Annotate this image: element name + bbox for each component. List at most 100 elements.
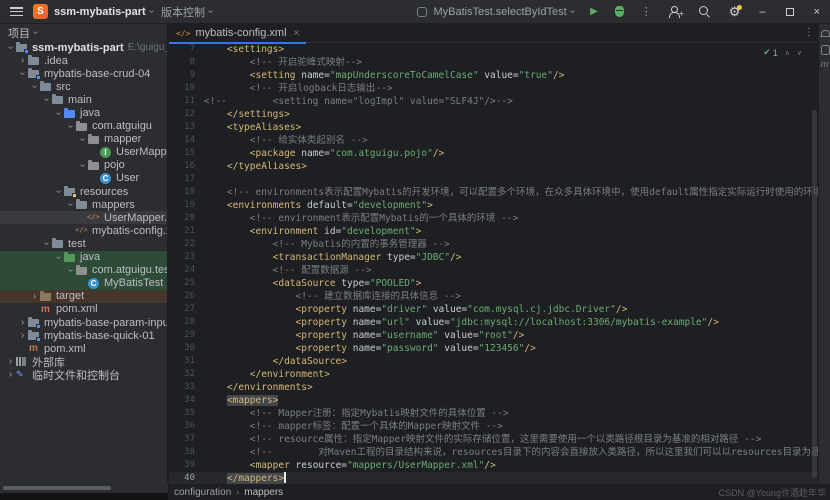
tree-chevron-icon[interactable]: › — [5, 369, 16, 380]
database-icon[interactable] — [820, 45, 829, 54]
code-line-32[interactable]: 32 </environment> — [169, 368, 830, 381]
breadcrumb-configuration[interactable]: configuration — [174, 487, 231, 498]
tree-item-test[interactable]: ›test — [0, 237, 167, 250]
vcs-widget[interactable]: 版本控制 — [161, 4, 205, 20]
tree-chevron-icon[interactable]: › — [5, 42, 16, 53]
tree-item-.idea[interactable]: ›.idea — [0, 54, 167, 67]
code-line-39[interactable]: 39 <mapper resource="mappers/UserMapper.… — [169, 459, 830, 472]
horizontal-scrollbar[interactable] — [3, 486, 111, 490]
tree-item-pom.xml[interactable]: mpom.xml — [0, 342, 167, 355]
tree-item-src[interactable]: ›src — [0, 80, 167, 93]
settings-gear-icon[interactable]: ⚙ — [729, 6, 741, 18]
tree-item-user[interactable]: CUser — [0, 172, 167, 185]
code-line-34[interactable]: 34 <mappers> — [169, 394, 830, 407]
tree-chevron-icon[interactable]: › — [77, 134, 88, 145]
minimize-button[interactable]: – — [759, 6, 765, 18]
code-line-10[interactable]: 10 <!-- 开启logback日志输出--> — [169, 82, 830, 95]
tree-chevron-icon[interactable]: › — [17, 68, 28, 79]
code-line-20[interactable]: 20 <!-- environment表示配置Mybatis的一个具体的环境 -… — [169, 212, 830, 225]
main-menu-icon[interactable] — [10, 7, 23, 16]
editor-scrollbar[interactable] — [812, 110, 817, 478]
tree-chevron-icon[interactable]: › — [17, 330, 28, 341]
code-line-33[interactable]: 33 </environments> — [169, 381, 830, 394]
code-line-31[interactable]: 31 </dataSource> — [169, 355, 830, 368]
notifications-icon[interactable] — [820, 30, 829, 39]
tree-chevron-icon[interactable]: › — [53, 186, 64, 197]
code-line-29[interactable]: 29 <property name="username" value="root… — [169, 329, 830, 342]
code-line-22[interactable]: 22 <!-- Mybatis的内置的事务管理器 --> — [169, 238, 830, 251]
code-line-24[interactable]: 24 <!-- 配置数据源 --> — [169, 264, 830, 277]
tree-item-ssm-mybatis-part[interactable]: ›ssm-mybatis-partE:\guigu_code\ssm-m — [0, 41, 167, 54]
code-line-13[interactable]: 13 <typeAliases> — [169, 121, 830, 134]
code-line-17[interactable]: 17 — [169, 173, 830, 186]
tree-chevron-icon[interactable]: › — [65, 265, 76, 276]
project-panel-header[interactable]: 项目 › — [0, 24, 167, 41]
code-line-28[interactable]: 28 <property name="url" value="jdbc:mysq… — [169, 316, 830, 329]
code-editor[interactable]: 7 <settings>8 <!-- 开启驼峰式映射-->9 <setting … — [169, 43, 830, 484]
tree-item-mapper[interactable]: ›mapper — [0, 133, 167, 146]
code-line-21[interactable]: 21 <environment id="development"> — [169, 225, 830, 238]
tree-item-mybatistest[interactable]: CMyBatisTest — [0, 277, 167, 290]
tree-item-com.atguigu[interactable]: ›com.atguigu — [0, 120, 167, 133]
tree-item-usermapper.xml[interactable]: </>UserMapper.xml — [0, 211, 167, 224]
tree-item-外部库[interactable]: ›外部库 — [0, 355, 167, 368]
tree-item-pom.xml[interactable]: mpom.xml — [0, 303, 167, 316]
code-with-me-icon[interactable]: + — [669, 6, 681, 18]
code-line-18[interactable]: 18 <!-- environments表示配置Mybatis的开发环境，可以配… — [169, 186, 830, 199]
tree-chevron-icon[interactable]: › — [17, 317, 28, 328]
run-button[interactable]: ▶ — [590, 6, 598, 17]
tree-chevron-icon[interactable]: › — [65, 121, 76, 132]
tree-chevron-icon[interactable]: › — [53, 108, 64, 119]
code-line-35[interactable]: 35 <!-- Mapper注册：指定Mybatis映射文件的具体位置 --> — [169, 407, 830, 420]
tab-options-icon[interactable]: ⋮ — [804, 27, 814, 38]
project-switcher[interactable]: ssm-mybatis-part — [54, 6, 146, 18]
code-line-25[interactable]: 25 <dataSource type="POOLED"> — [169, 277, 830, 290]
more-actions-icon[interactable]: ⋮ — [641, 5, 652, 18]
tree-item-mybatis-base-param-input-02[interactable]: ›mybatis-base-param-input-02 — [0, 316, 167, 329]
tree-item-main[interactable]: ›main — [0, 93, 167, 106]
tree-chevron-icon[interactable]: › — [53, 252, 64, 263]
tree-chevron-icon[interactable]: › — [29, 81, 40, 92]
code-line-40[interactable]: 40 </mappers> — [169, 472, 830, 484]
code-line-23[interactable]: 23 <transactionManager type="JDBC"/> — [169, 251, 830, 264]
run-configuration[interactable]: MyBatisTest.selectByIdTest › — [417, 6, 582, 18]
debug-button[interactable] — [615, 6, 624, 17]
tree-chevron-icon[interactable]: › — [17, 55, 28, 66]
tree-item-mybatis-base-crud-04[interactable]: ›mybatis-base-crud-04 — [0, 67, 167, 80]
code-line-38[interactable]: 38 <!-- 对Maven工程的目录结构来说，resources目录下的内容会… — [169, 446, 830, 459]
maximize-button[interactable] — [786, 8, 794, 16]
code-line-11[interactable]: 11<!-- <setting name="logImpl" value="SL… — [169, 95, 830, 108]
code-line-30[interactable]: 30 <property name="password" value="1234… — [169, 342, 830, 355]
code-line-37[interactable]: 37 <!-- resource属性：指定Mapper映射文件的实际存储位置，这… — [169, 433, 830, 446]
tree-item-target[interactable]: ›target — [0, 290, 167, 303]
tree-item-com.atguigu.test[interactable]: ›com.atguigu.test — [0, 264, 167, 277]
tree-chevron-icon[interactable]: › — [65, 199, 76, 210]
code-line-14[interactable]: 14 <!-- 给实体类起别名 --> — [169, 134, 830, 147]
tree-item-resources[interactable]: ›resources — [0, 185, 167, 198]
tree-chevron-icon[interactable]: › — [41, 238, 52, 249]
tree-item-java[interactable]: ›java — [0, 106, 167, 119]
tab-close-icon[interactable]: × — [294, 28, 300, 39]
tree-chevron-icon[interactable]: › — [77, 160, 88, 171]
tree-item-pojo[interactable]: ›pojo — [0, 159, 167, 172]
code-line-9[interactable]: 9 <setting name="mapUnderscoreToCamelCas… — [169, 69, 830, 82]
code-line-36[interactable]: 36 <!-- mapper标签：配置一个具体的Mapper映射文件 --> — [169, 420, 830, 433]
tree-item-java[interactable]: ›java — [0, 251, 167, 264]
tree-chevron-icon[interactable]: › — [29, 291, 40, 302]
code-line-19[interactable]: 19 <environments default="development"> — [169, 199, 830, 212]
tree-item-mappers[interactable]: ›mappers — [0, 198, 167, 211]
tree-item-mybatis-base-quick-01[interactable]: ›mybatis-base-quick-01 — [0, 329, 167, 342]
close-button[interactable]: × — [814, 6, 820, 18]
tree-item-临时文件和控制台[interactable]: ›✎临时文件和控制台 — [0, 368, 167, 381]
tree-chevron-icon[interactable]: › — [5, 356, 16, 367]
code-line-26[interactable]: 26 <!-- 建立数据库连接的具体信息 --> — [169, 290, 830, 303]
breadcrumb-mappers[interactable]: mappers — [244, 487, 283, 498]
prev-problem-icon[interactable]: ∧ — [785, 49, 790, 57]
inspections-widget[interactable]: ✔ 1 ∧ ∨ — [763, 47, 802, 58]
next-problem-icon[interactable]: ∨ — [797, 49, 802, 57]
code-line-27[interactable]: 27 <property name="driver" value="com.my… — [169, 303, 830, 316]
code-line-16[interactable]: 16 </typeAliases> — [169, 160, 830, 173]
code-line-15[interactable]: 15 <package name="com.atguigu.pojo"/> — [169, 147, 830, 160]
code-line-12[interactable]: 12 </settings> — [169, 108, 830, 121]
code-line-7[interactable]: 7 <settings> — [169, 43, 830, 56]
